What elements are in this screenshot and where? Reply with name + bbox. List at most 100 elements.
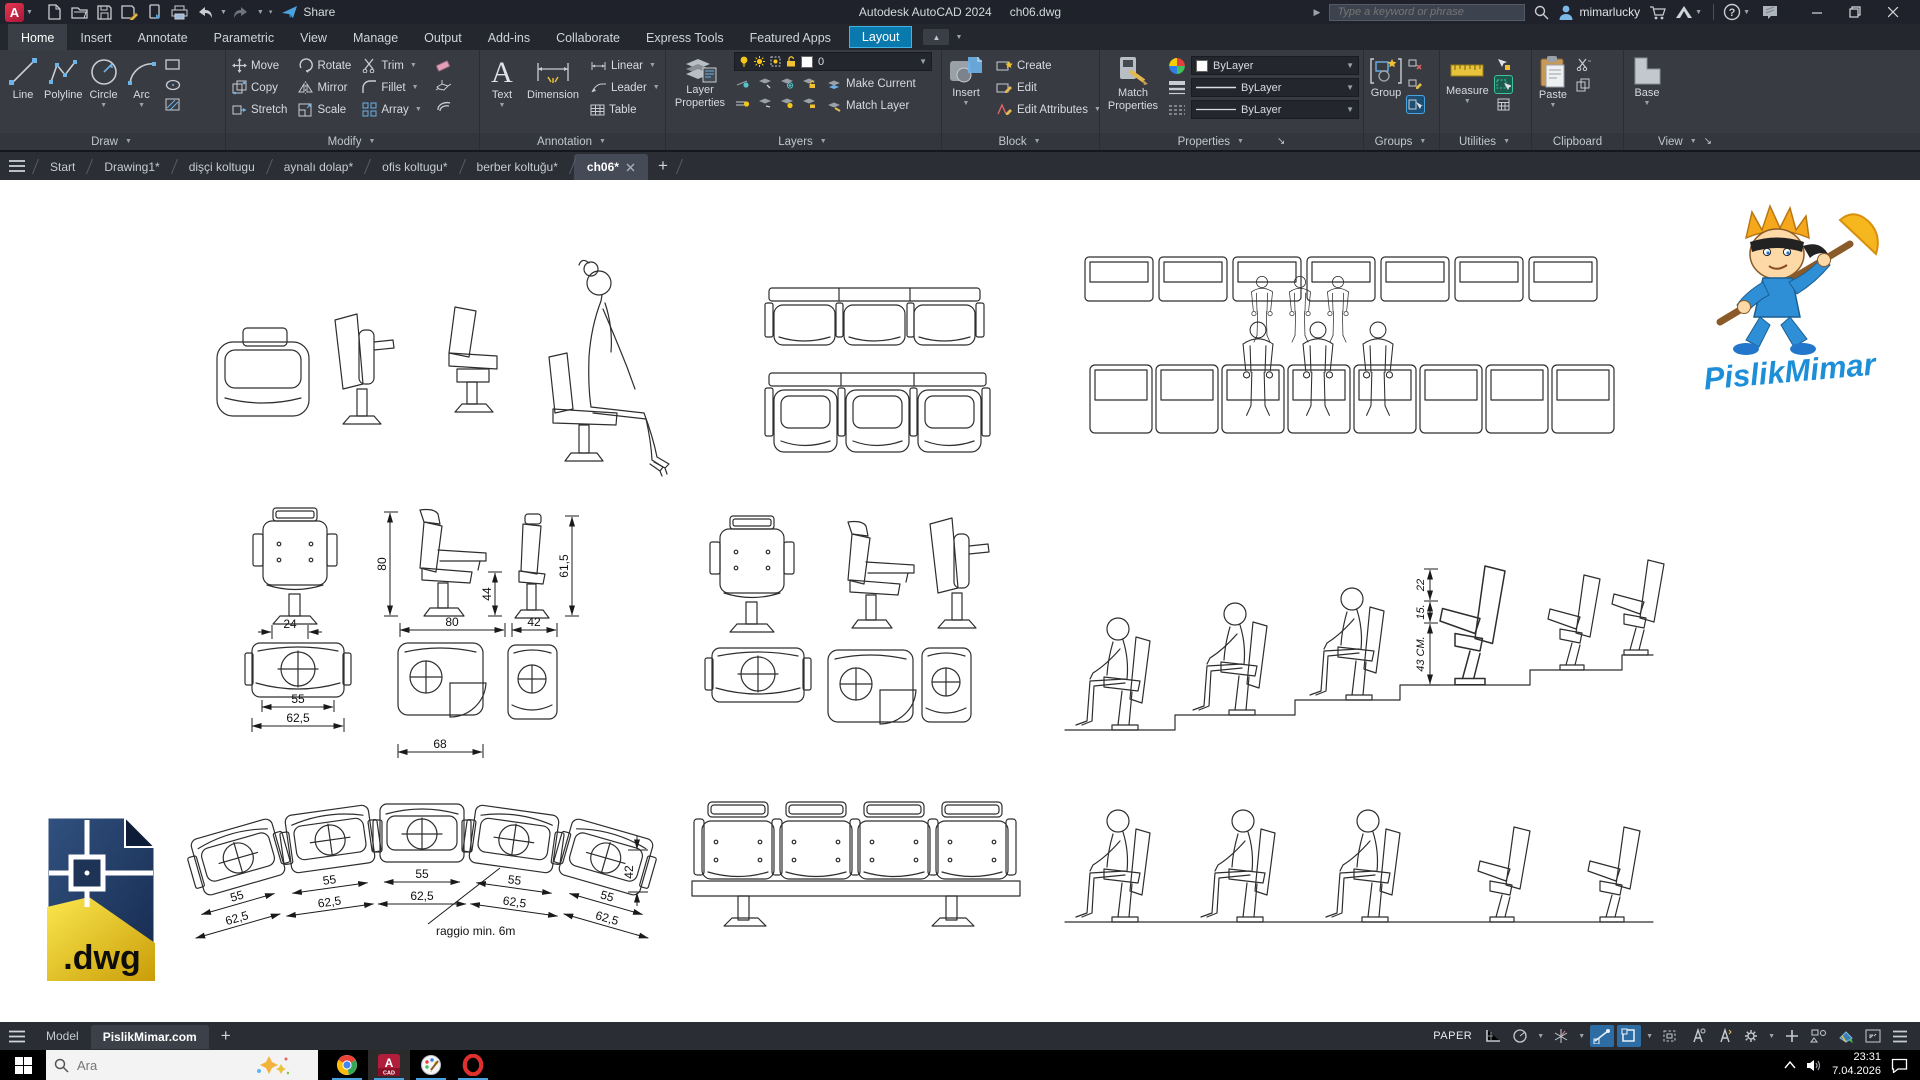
taskbar-clock[interactable]: 23:31 7.04.2026 — [1832, 1051, 1881, 1079]
panel-label-view[interactable]: View▼↘ — [1624, 133, 1920, 150]
ribbon-minimize-caret-icon[interactable]: ▼ — [955, 34, 962, 41]
tab-layout[interactable]: Layout — [849, 26, 913, 48]
paste-button[interactable]: Paste▼ — [1536, 53, 1570, 112]
undo-caret-icon[interactable]: ▼ — [220, 9, 227, 16]
make-current-button[interactable]: Make Current — [825, 74, 918, 93]
group-selection-icon[interactable] — [1407, 96, 1424, 113]
group-button[interactable]: Group — [1368, 53, 1404, 102]
graphics-performance-icon[interactable] — [1834, 1025, 1858, 1047]
autocad-logo-icon[interactable]: A — [5, 3, 24, 22]
insert-block-button[interactable]: Insert▼ — [946, 53, 986, 110]
tab-insert[interactable]: Insert — [67, 24, 124, 50]
tab-collaborate[interactable]: Collaborate — [543, 24, 633, 50]
paper-space-toggle[interactable]: PAPER — [1427, 1030, 1478, 1042]
edit-attributes-button[interactable]: Edit Attributes▼ — [994, 100, 1105, 119]
array-button[interactable]: Array▼ — [360, 100, 425, 119]
layer-properties-button[interactable]: Layer Properties — [672, 52, 728, 115]
file-tabs-menu-icon[interactable] — [0, 152, 34, 180]
file-tab-ch06[interactable]: ch06* — [574, 154, 648, 180]
group-edit-icon[interactable] — [1407, 76, 1424, 93]
scale-button[interactable]: Scale — [296, 100, 353, 119]
offset-icon[interactable] — [435, 96, 452, 113]
polar-caret-icon[interactable]: ▼ — [1537, 1033, 1544, 1040]
base-button[interactable]: Base▼ — [1628, 53, 1666, 110]
tab-output[interactable]: Output — [411, 24, 475, 50]
user-account-button[interactable]: mimarlucky — [1558, 4, 1640, 20]
customization-menu-icon[interactable] — [1888, 1025, 1912, 1047]
panel-label-groups[interactable]: Groups▼ — [1364, 133, 1439, 150]
text-button[interactable]: AText▼ — [484, 53, 520, 112]
copy-clip-icon[interactable] — [1575, 76, 1592, 93]
search-collapse-icon[interactable]: ▶ — [1314, 7, 1321, 18]
search-icon[interactable] — [1534, 5, 1549, 20]
tab-view[interactable]: View — [287, 24, 340, 50]
tray-expand-chevron-icon[interactable] — [1784, 1061, 1796, 1069]
autodesk-menu-button[interactable]: ▼ — [1675, 5, 1704, 19]
leader-button[interactable]: Leader▼ — [588, 78, 664, 97]
polyline-button[interactable]: Polyline — [42, 53, 85, 104]
lineweight-select[interactable]: ByLayer▼ — [1191, 78, 1359, 97]
line-button[interactable]: Line — [4, 53, 42, 104]
layer-select[interactable]: 0 ▼ — [734, 52, 932, 71]
volume-icon[interactable] — [1806, 1059, 1822, 1072]
layer-on-bulb-icon[interactable] — [739, 56, 749, 67]
panel-label-utilities[interactable]: Utilities▼ — [1440, 133, 1531, 150]
polar-tracking-icon[interactable] — [1508, 1025, 1532, 1047]
panel-label-properties[interactable]: Properties▼↘ — [1100, 133, 1363, 150]
drawing-canvas[interactable]: 24 80 44 61,5 80 42 55 62,5 68 55 62,5 5… — [0, 180, 1920, 1022]
tab-annotate[interactable]: Annotate — [125, 24, 201, 50]
explode-icon[interactable] — [435, 76, 452, 93]
qat-customize-icon[interactable]: ▾ — [269, 8, 273, 16]
panel-label-draw[interactable]: Draw▼ — [0, 133, 225, 150]
match-layer-button[interactable]: Match Layer — [825, 96, 918, 115]
move-button[interactable]: Move — [230, 56, 289, 75]
table-button[interactable]: Table — [588, 100, 664, 119]
new-layout-button[interactable]: + — [209, 1026, 243, 1046]
taskbar-search-input[interactable] — [77, 1058, 247, 1073]
panel-label-modify[interactable]: Modify▼ — [226, 133, 479, 150]
grid-display-icon[interactable] — [1481, 1025, 1505, 1047]
help-search-input[interactable] — [1329, 4, 1525, 21]
file-tab-berber-koltugu[interactable]: berber koltuğu* — [464, 154, 571, 180]
file-tab-drawing1[interactable]: Drawing1* — [91, 154, 172, 180]
tab-addins[interactable]: Add-ins — [475, 24, 543, 50]
copilot-sparkle-icon[interactable] — [255, 1054, 289, 1076]
properties-dialog-launcher-icon[interactable]: ↘ — [1277, 136, 1285, 147]
panel-label-clipboard[interactable]: Clipboard — [1532, 133, 1623, 150]
workspace-plus-icon[interactable] — [1780, 1025, 1804, 1047]
model-tab[interactable]: Model — [34, 1024, 91, 1048]
undo-icon[interactable] — [193, 2, 217, 22]
file-tab-ofis-koltugu[interactable]: ofis koltugu* — [369, 154, 460, 180]
taskbar-chrome-icon[interactable] — [326, 1050, 368, 1080]
redo-caret-icon[interactable]: ▼ — [257, 9, 264, 16]
new-file-icon[interactable] — [43, 2, 67, 22]
quick-select-icon[interactable] — [1495, 56, 1512, 73]
taskbar-search[interactable] — [46, 1050, 318, 1080]
start-button[interactable] — [0, 1050, 46, 1080]
taskbar-autocad-icon[interactable]: ACAD — [368, 1050, 410, 1080]
layer-unlock2-icon[interactable] — [800, 94, 817, 111]
file-tab-aynali-dolap[interactable]: aynalı dolap* — [271, 154, 366, 180]
rotate-button[interactable]: Rotate — [296, 56, 353, 75]
layer-select-caret-icon[interactable]: ▼ — [919, 57, 927, 66]
save-as-icon[interactable] — [118, 2, 142, 22]
plot-icon[interactable] — [143, 2, 167, 22]
open-folder-icon[interactable] — [68, 2, 92, 22]
measure-button[interactable]: Measure▼ — [1444, 53, 1491, 108]
gear-caret-icon[interactable]: ▼ — [1768, 1033, 1775, 1040]
rectangle-tool-icon[interactable] — [165, 56, 182, 73]
edit-block-button[interactable]: Edit — [994, 78, 1105, 97]
autoscale-icon[interactable] — [1712, 1025, 1736, 1047]
layer-thaw-sun-icon[interactable] — [754, 56, 765, 67]
layer-lock-icon[interactable] — [800, 74, 817, 91]
dimension-button[interactable]: Dimension — [525, 53, 581, 104]
circle-button[interactable]: Circle▼ — [85, 53, 123, 112]
ellipse-tool-icon[interactable] — [165, 76, 182, 93]
linetype-select[interactable]: ByLayer▼ — [1191, 100, 1359, 119]
layer-freeze-icon[interactable] — [778, 74, 795, 91]
layer-thaw2-icon[interactable] — [756, 94, 773, 111]
taskbar-opera-icon[interactable] — [452, 1050, 494, 1080]
object-color-select[interactable]: ByLayer▼ — [1191, 56, 1359, 75]
tab-featured-apps[interactable]: Featured Apps — [737, 24, 844, 50]
layout-menu-icon[interactable] — [0, 1022, 34, 1050]
